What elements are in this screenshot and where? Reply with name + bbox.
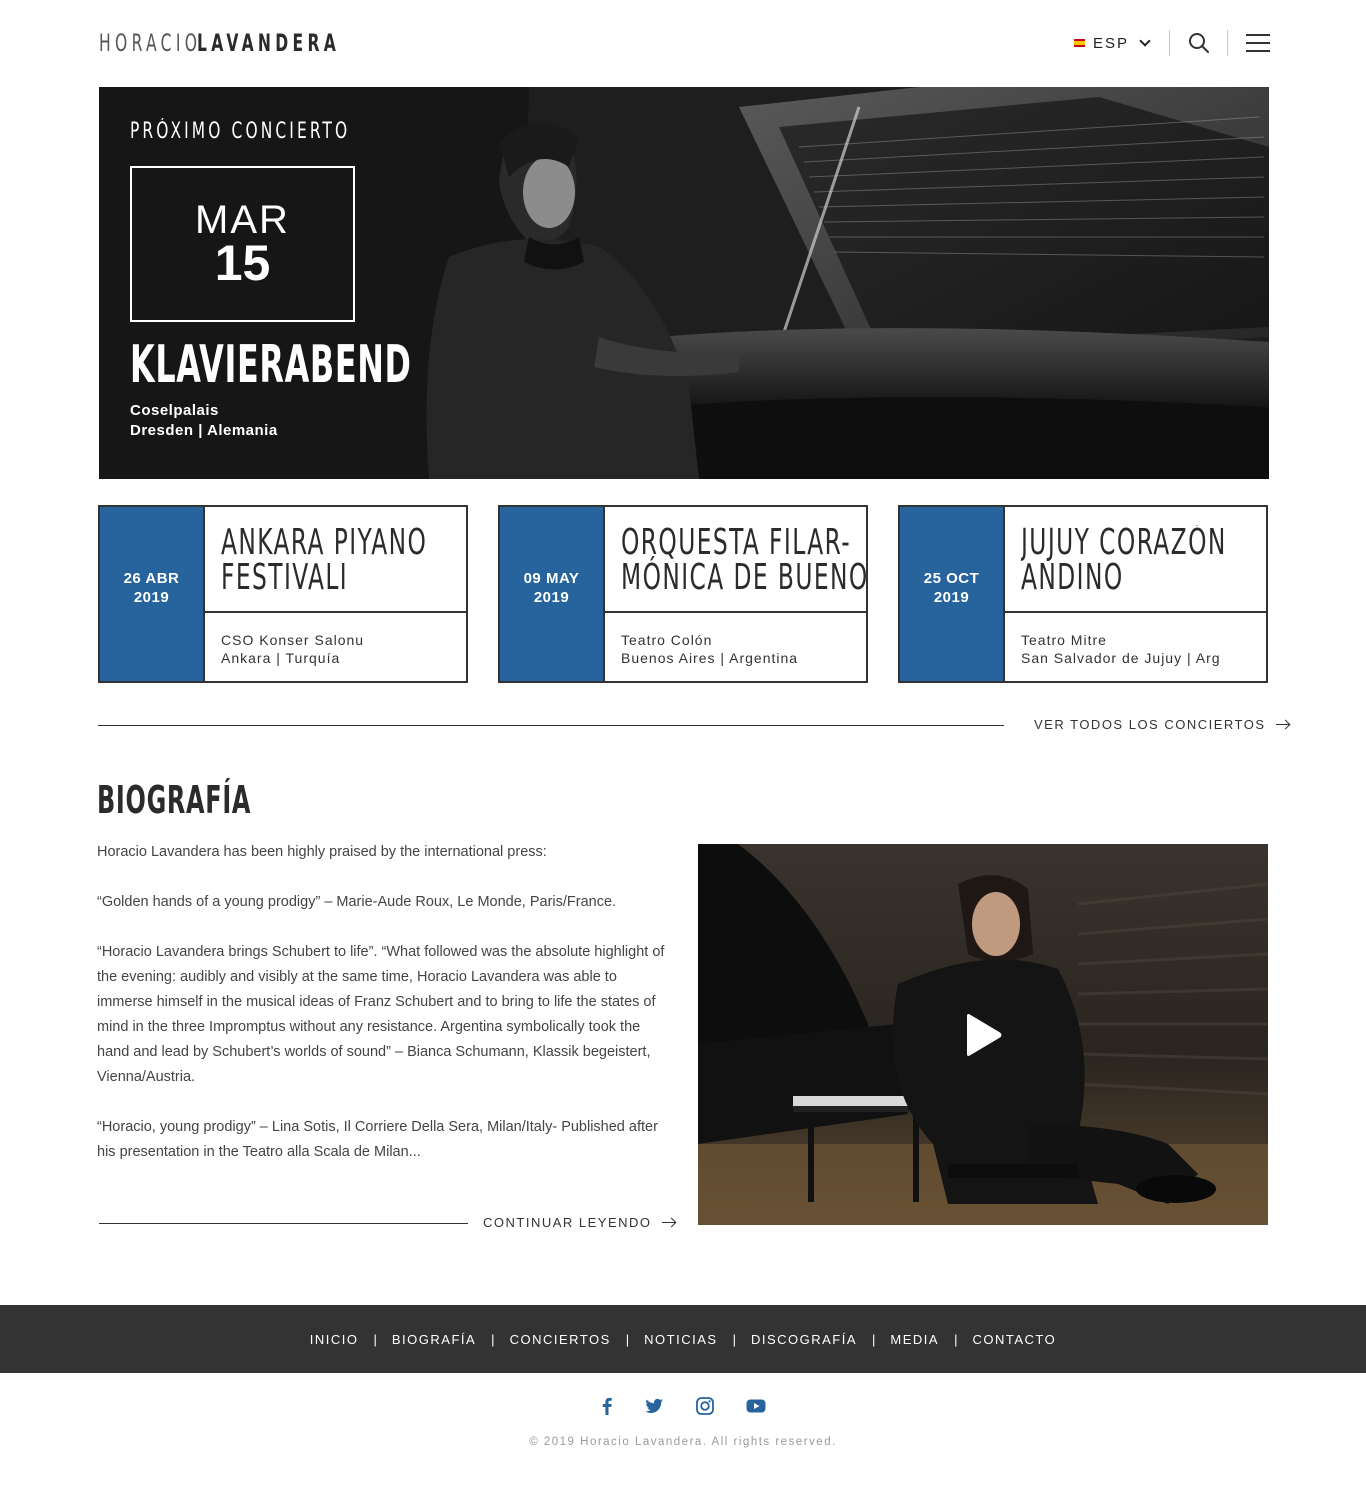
facebook-icon[interactable] xyxy=(596,1395,618,1417)
footer-nav-discografia[interactable]: DISCOGRAFÍA xyxy=(751,1332,857,1347)
concert-card-date: 25 OCT 2019 xyxy=(900,507,1003,681)
footer-nav-biografia[interactable]: BIOGRAFÍA xyxy=(392,1332,476,1347)
concert-card-date: 09 MAY 2019 xyxy=(500,507,603,681)
venue-city: Dresden | Alemania xyxy=(130,422,278,439)
concert-card-venue: CSO Konser Salonu Ankara | Turquía xyxy=(221,632,365,666)
chevron-down-icon xyxy=(1139,35,1151,47)
footer-nav-noticias[interactable]: NOTICIAS xyxy=(644,1332,717,1347)
bio-paragraph: “Golden hands of a young prodigy” – Mari… xyxy=(97,894,617,910)
footer-nav-media[interactable]: MEDIA xyxy=(890,1332,939,1347)
next-concert-hero[interactable]: PRÓXIMO CONCIERTO MAR 15 KLAVIERABEND Co… xyxy=(99,87,1269,479)
concert-card[interactable]: 26 ABR 2019 ANKARA PIYANO FESTIVALI CSO Ko… xyxy=(98,505,468,683)
concert-card-title[interactable]: ORQUESTA FILAR-MÓNICA DE BUENO... xyxy=(621,525,866,597)
spain-flag-icon xyxy=(1074,39,1085,47)
biography-text: Horacio Lavandera has been highly praise… xyxy=(97,840,672,1190)
concert-card-date: 26 ABR 2019 xyxy=(100,507,203,681)
bio-paragraph: “Horacio, young prodigy” – Lina Sotis, I… xyxy=(97,1119,658,1160)
concert-day: 15 xyxy=(214,235,271,291)
hamburger-menu-icon[interactable] xyxy=(1246,33,1270,53)
footer-nav: INICIO | BIOGRAFÍA | CONCIERTOS | NOTICIAS |… xyxy=(0,1305,1366,1373)
venue-name: Coselpalais xyxy=(130,402,219,419)
logo-last-name: LAVANDERA xyxy=(197,29,341,57)
concert-card[interactable]: 09 MAY 2019 ORQUESTA FILAR- MÓNICA DE BUEN… xyxy=(498,505,868,683)
view-all-concerts-link[interactable]: VER TODOS LOS CONCIERTOS xyxy=(1034,717,1290,732)
instagram-icon[interactable] xyxy=(694,1395,716,1417)
section-rule xyxy=(99,1223,468,1224)
footer-nav-conciertos[interactable]: CONCIERTOS xyxy=(510,1332,611,1347)
concert-venue: Coselpalais Dresden | Alemania xyxy=(130,401,278,441)
continue-reading-link[interactable]: CONTINUAR LEYENDO xyxy=(483,1215,676,1230)
concert-card-venue: Teatro Mitre San Salvador de Jujuy | Arg xyxy=(1021,632,1221,666)
divider xyxy=(1227,30,1228,56)
site-header: HORACIO LAVANDERA ESP xyxy=(0,0,1366,86)
concert-title[interactable]: KLAVIERABEND xyxy=(130,335,412,395)
footer-nav-inicio[interactable]: INICIO xyxy=(310,1332,359,1347)
section-rule xyxy=(98,725,1004,726)
footer-nav-contacto[interactable]: CONTACTO xyxy=(972,1332,1056,1347)
concert-card-title[interactable]: JUJUY CORAZÓN ANDINO xyxy=(1021,525,1266,597)
concert-card[interactable]: 25 OCT 2019 JUJUY CORAZÓN ANDINO Teatro Mi… xyxy=(898,505,1268,683)
logo-first-name: HORACIO xyxy=(99,29,202,57)
biography-heading: BIOGRAFÍA xyxy=(97,778,252,822)
language-label: ESP xyxy=(1093,34,1130,52)
concert-card-venue: Teatro Colón Buenos Aires | Argentina xyxy=(621,632,799,666)
bio-paragraph: Horacio Lavandera has been highly praise… xyxy=(97,844,547,860)
arrow-right-icon xyxy=(661,1218,676,1228)
twitter-icon[interactable] xyxy=(643,1395,665,1417)
concert-card-title[interactable]: ANKARA PIYANO FESTIVALI xyxy=(221,525,466,597)
bio-paragraph: “Horacio Lavandera brings Schubert to li… xyxy=(97,944,665,1085)
search-icon[interactable] xyxy=(1188,32,1210,54)
play-icon[interactable] xyxy=(963,1013,1003,1057)
hero-eyebrow: PRÓXIMO CONCIERTO xyxy=(130,119,351,144)
language-selector[interactable]: ESP xyxy=(1074,32,1151,54)
youtube-icon[interactable] xyxy=(745,1395,767,1417)
divider xyxy=(1169,30,1170,56)
site-logo[interactable]: HORACIO LAVANDERA xyxy=(99,30,396,56)
copyright-text: © 2019 Horacio Lavandera. All rights res… xyxy=(529,1436,837,1448)
arrow-right-icon xyxy=(1275,720,1290,730)
concert-date-box: MAR 15 xyxy=(130,166,355,322)
